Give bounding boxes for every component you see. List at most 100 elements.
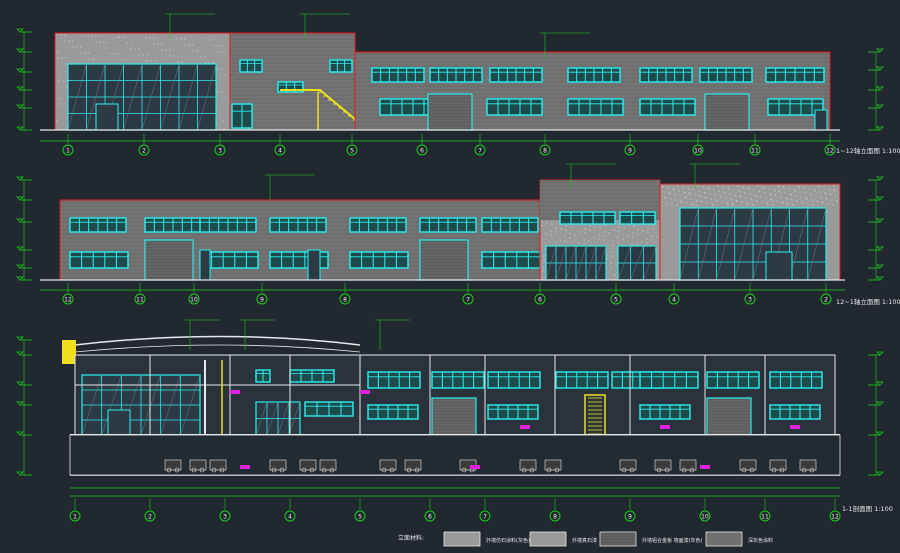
- stone-texture: [767, 203, 769, 205]
- stone-texture: [739, 195, 741, 197]
- stone-texture: [729, 193, 731, 195]
- stone-texture: [550, 234, 552, 236]
- stone-texture: [584, 228, 586, 230]
- cad-drawing: 1 2 3 4 5 6 7 8 9 10 11 12 1~12轴立面图 1:100 12 11 10 9 8 7 6…: [16, 13, 900, 547]
- window: [487, 371, 541, 389]
- stone-texture: [217, 91, 219, 93]
- stone-texture: [828, 188, 830, 190]
- stone-texture: [723, 191, 725, 193]
- stone-texture: [169, 55, 171, 57]
- stone-texture: [779, 191, 781, 193]
- roller-door: [706, 397, 752, 436]
- axis-label: 5: [358, 514, 362, 521]
- stone-texture: [751, 199, 753, 201]
- axis-label: 2: [824, 297, 828, 304]
- stone-texture: [744, 192, 746, 194]
- stone-texture: [103, 47, 105, 49]
- axis-label: 1: [66, 148, 70, 155]
- stone-texture: [87, 35, 89, 37]
- stone-texture: [804, 192, 806, 194]
- stone-texture: [161, 49, 163, 51]
- axis-label: 7: [483, 514, 487, 521]
- legend-item-label: 外墙仿石涂料(灰色): [486, 537, 530, 544]
- axis-label: 4: [278, 148, 282, 155]
- axis-label: 2: [142, 148, 146, 155]
- stone-texture: [708, 188, 710, 190]
- level-symbol: [876, 264, 884, 269]
- stone-texture: [725, 197, 727, 199]
- stone-texture: [138, 54, 140, 56]
- stone-texture: [150, 60, 152, 62]
- stone-texture: [543, 259, 545, 261]
- stone-texture: [712, 204, 714, 206]
- stone-texture: [652, 228, 654, 230]
- rear-door: [199, 249, 211, 281]
- stone-texture: [642, 230, 644, 232]
- stone-texture: [570, 226, 572, 228]
- entrance-door: [95, 103, 119, 131]
- stone-texture: [612, 240, 614, 242]
- stone-texture: [720, 196, 722, 198]
- stone-texture: [188, 44, 190, 46]
- level-symbol: [876, 351, 884, 356]
- level-symbol: [876, 401, 884, 406]
- axis-label: 10: [190, 297, 198, 304]
- stone-texture: [835, 195, 837, 197]
- stone-texture: [735, 199, 737, 201]
- stone-texture: [834, 190, 836, 192]
- stone-texture: [613, 229, 615, 231]
- stone-texture: [632, 236, 634, 238]
- stone-texture: [219, 45, 221, 47]
- stone-texture: [810, 194, 812, 196]
- level-symbol: [876, 196, 884, 201]
- level-symbol: [16, 176, 24, 181]
- stone-texture: [588, 240, 590, 242]
- stone-texture: [134, 48, 136, 50]
- stone-texture: [611, 251, 613, 253]
- stone-texture: [154, 60, 156, 62]
- materials-legend: 立面材料: 外墙仿石涂料(灰色) 外墙真石漆 外墙铝合金板 墙面漆(灰色) 深灰色涂料: [398, 531, 773, 547]
- stone-texture: [664, 196, 666, 198]
- room-tag: [520, 425, 530, 429]
- stone-texture: [617, 241, 619, 243]
- stone-texture: [192, 50, 194, 52]
- stone-texture: [746, 202, 748, 204]
- stone-texture: [668, 192, 670, 194]
- level-symbol: [16, 246, 24, 251]
- level-symbol: [16, 48, 24, 53]
- stone-texture: [833, 189, 835, 191]
- roof-truss: [74, 344, 361, 353]
- stone-texture: [546, 222, 548, 224]
- stone-texture: [760, 196, 762, 198]
- stone-texture: [786, 202, 788, 204]
- stone-texture: [95, 35, 97, 37]
- level-symbol: [876, 126, 884, 131]
- stone-texture: [608, 232, 610, 234]
- stone-texture: [62, 80, 64, 82]
- stone-texture: [689, 193, 691, 195]
- axis-label: 12: [831, 514, 839, 521]
- stone-texture: [579, 231, 581, 233]
- room-tag: [240, 465, 250, 469]
- level-symbol: [16, 104, 24, 109]
- stone-texture: [762, 186, 764, 188]
- stone-texture: [698, 190, 700, 192]
- stone-texture: [696, 204, 698, 206]
- stone-texture: [218, 114, 220, 116]
- section-title: 1-1剖面图 1:100: [842, 504, 893, 513]
- stone-texture: [699, 195, 701, 197]
- stone-texture: [770, 194, 772, 196]
- window: [367, 404, 419, 420]
- stone-texture: [200, 56, 202, 58]
- stone-texture: [184, 44, 186, 46]
- stone-texture: [549, 241, 551, 243]
- stone-texture: [666, 202, 668, 204]
- stone-texture: [176, 38, 178, 40]
- stone-texture: [618, 230, 620, 232]
- stone-texture: [811, 199, 813, 201]
- stone-texture: [718, 190, 720, 192]
- stone-texture: [551, 223, 553, 225]
- level-symbol: [876, 276, 884, 281]
- stone-texture: [84, 52, 86, 54]
- axis-label: 9: [628, 148, 632, 155]
